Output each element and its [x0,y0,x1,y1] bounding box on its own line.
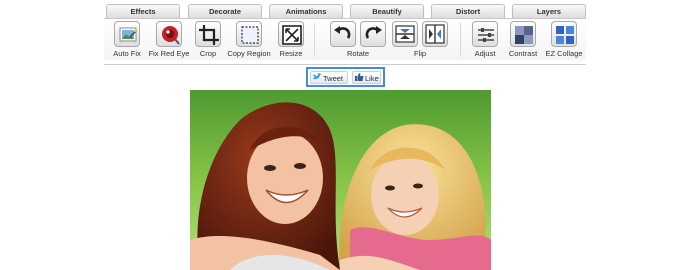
red-eye-icon [156,21,182,47]
tab-animations[interactable]: Animations [269,4,343,18]
flip-vertical-button[interactable] [392,21,418,47]
like-button[interactable]: Like [352,71,381,84]
tweet-label: Tweet [323,74,344,83]
twitter-bird-icon [313,73,322,84]
adjust-label: Adjust [474,49,496,58]
adjust-icon [472,21,498,47]
contrast-icon [510,21,536,47]
auto-fix-label: Auto Fix [113,49,141,58]
adjust-button[interactable]: Adjust [470,21,500,58]
thumbs-up-icon [355,73,364,84]
contrast-label: Contrast [508,49,538,58]
crop-icon [195,21,221,47]
flip-horizontal-button[interactable] [422,21,448,47]
auto-fix-icon [114,21,140,47]
fix-red-eye-button[interactable]: Fix Red Eye [146,21,192,58]
rotate-left-button[interactable] [330,21,356,47]
flip-label: Flip [413,49,427,58]
tab-beautify[interactable]: Beautify [350,4,424,18]
auto-fix-button[interactable]: Auto Fix [110,21,144,58]
rotate-right-icon [365,26,382,39]
contrast-button[interactable]: Contrast [504,21,542,58]
flip-vertical-icon [395,25,415,43]
social-share-box: Tweet Like [306,67,385,87]
tab-layers[interactable]: Layers [512,4,586,18]
rotate-left-icon [334,26,351,39]
photo-canvas[interactable] [190,90,491,270]
toolbar-bottom-border [104,64,586,65]
fix-red-eye-label: Fix Red Eye [148,49,190,58]
tweet-button[interactable]: Tweet [310,71,348,84]
tab-decorate[interactable]: Decorate [188,4,262,18]
photo-image [190,90,491,270]
like-label: Like [365,74,379,83]
crop-button[interactable]: Crop [194,21,222,58]
toolbar-divider [460,23,461,57]
ez-collage-icon [551,21,577,47]
rotate-label: Rotate [346,49,370,58]
image-editor: Effects Decorate Animations Beautify Dis… [0,0,690,270]
crop-label: Crop [199,49,217,58]
tab-effects[interactable]: Effects [106,4,180,18]
resize-button[interactable]: Resize [276,21,306,58]
rotate-right-button[interactable] [360,21,386,47]
copy-region-icon [236,21,262,47]
toolbar-divider [314,23,315,57]
resize-icon [278,21,304,47]
copy-region-label: Copy Region [227,49,271,58]
tab-distort[interactable]: Distort [431,4,505,18]
ez-collage-label: EZ Collage [545,49,583,58]
copy-region-button[interactable]: Copy Region [226,21,272,58]
resize-label: Resize [279,49,303,58]
flip-horizontal-icon [425,24,445,44]
tab-bar: Effects Decorate Animations Beautify Dis… [106,4,586,18]
ez-collage-button[interactable]: EZ Collage [544,21,584,58]
toolbar: Auto Fix Fix Red Eye Crop Copy Region Re… [104,18,586,60]
